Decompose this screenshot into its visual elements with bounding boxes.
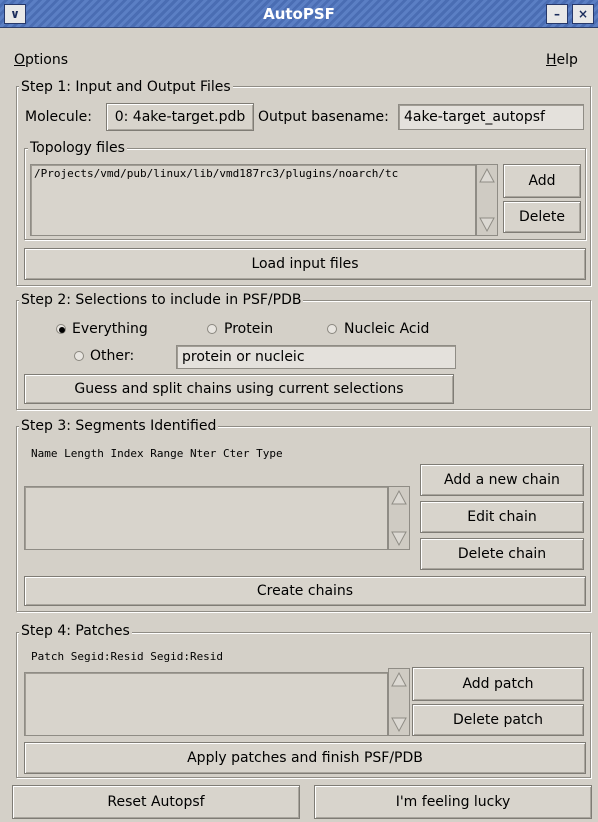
options-mnemonic: O — [14, 52, 26, 68]
segments-list[interactable] — [24, 486, 388, 550]
close-button[interactable]: × — [572, 4, 594, 24]
scroll-up-icon[interactable] — [389, 487, 409, 507]
step3-legend: Step 3: Segments Identified — [19, 418, 219, 434]
delete-topology-button[interactable]: Delete — [503, 201, 581, 233]
topology-list-item[interactable]: /Projects/vmd/pub/linux/lib/vmd187rc3/pl… — [31, 165, 475, 182]
add-chain-button[interactable]: Add a new chain — [420, 464, 584, 496]
radio-nucleic-acid[interactable] — [327, 324, 337, 334]
topology-list[interactable]: /Projects/vmd/pub/linux/lib/vmd187rc3/pl… — [30, 164, 476, 236]
reset-autopsf-button[interactable]: Reset Autopsf — [12, 785, 300, 819]
segments-column-headers: Name Length Index Range Nter Cter Type — [31, 447, 283, 460]
add-topology-button[interactable]: Add — [503, 164, 581, 198]
radio-other[interactable] — [74, 351, 84, 361]
menu-options-label: ptions — [25, 52, 69, 68]
radio-protein[interactable] — [207, 324, 217, 334]
topology-legend: Topology files — [28, 140, 127, 156]
patches-column-headers: Patch Segid:Resid Segid:Resid — [31, 650, 224, 663]
radio-protein-label: Protein — [224, 321, 274, 337]
scroll-down-icon[interactable] — [477, 215, 497, 235]
molecule-selector[interactable]: 0: 4ake-target.pdb — [106, 103, 254, 131]
feeling-lucky-button[interactable]: I'm feeling lucky — [314, 785, 592, 819]
topology-scrollbar[interactable] — [476, 164, 498, 236]
segments-scrollbar[interactable] — [388, 486, 410, 550]
window-title: AutoPSF — [263, 5, 335, 23]
help-mnemonic: H — [546, 52, 557, 68]
step1-legend: Step 1: Input and Output Files — [19, 79, 233, 95]
menu-help[interactable]: Help — [546, 50, 578, 70]
radio-everything[interactable] — [56, 324, 66, 334]
edit-chain-button[interactable]: Edit chain — [420, 501, 584, 533]
apply-patches-button[interactable]: Apply patches and finish PSF/PDB — [24, 742, 586, 774]
scroll-up-icon[interactable] — [389, 669, 409, 689]
load-input-files-button[interactable]: Load input files — [24, 248, 586, 280]
minimize-button[interactable]: – — [546, 4, 568, 24]
scroll-down-icon[interactable] — [389, 715, 409, 735]
menu-options[interactable]: Options — [14, 50, 68, 70]
create-chains-button[interactable]: Create chains — [24, 576, 586, 606]
scroll-down-icon[interactable] — [389, 529, 409, 549]
menu-help-label: elp — [556, 52, 578, 68]
other-selection-input[interactable]: protein or nucleic — [176, 345, 456, 369]
patches-list[interactable] — [24, 672, 388, 736]
close-icon: × — [577, 7, 589, 21]
add-patch-button[interactable]: Add patch — [412, 667, 584, 701]
delete-chain-button[interactable]: Delete chain — [420, 538, 584, 570]
molecule-label: Molecule: — [25, 109, 92, 125]
radio-everything-label: Everything — [72, 321, 148, 337]
basename-label: Output basename: — [258, 109, 389, 125]
delete-patch-button[interactable]: Delete patch — [412, 704, 584, 736]
minimize-icon: – — [554, 7, 560, 21]
patches-scrollbar[interactable] — [388, 668, 410, 736]
step2-legend: Step 2: Selections to include in PSF/PDB — [19, 292, 304, 308]
scroll-up-icon[interactable] — [477, 165, 497, 185]
guess-split-chains-button[interactable]: Guess and split chains using current sel… — [24, 374, 454, 404]
step4-legend: Step 4: Patches — [19, 623, 132, 639]
radio-nucleic-label: Nucleic Acid — [344, 321, 430, 337]
basename-input[interactable]: 4ake-target_autopsf — [398, 104, 584, 130]
radio-other-label: Other: — [90, 348, 135, 364]
